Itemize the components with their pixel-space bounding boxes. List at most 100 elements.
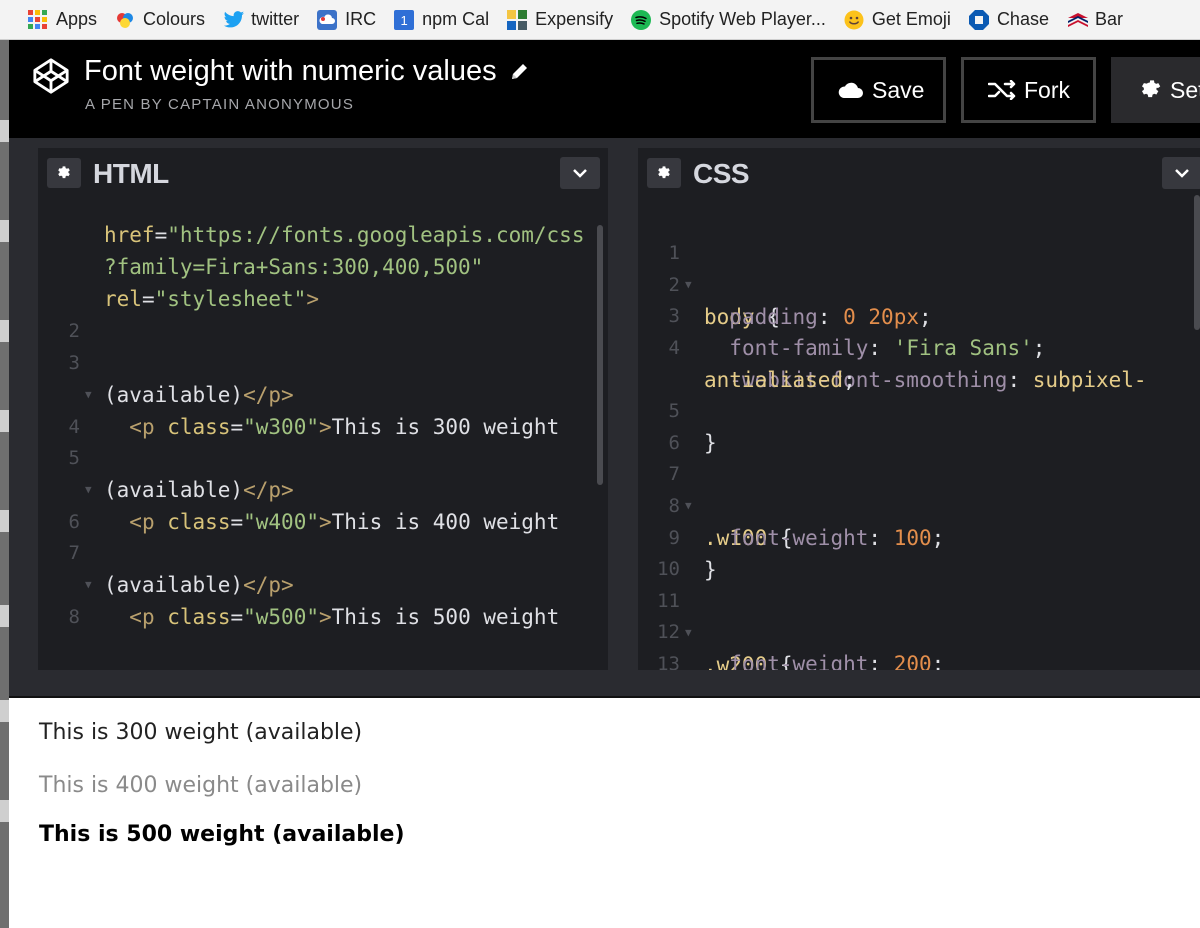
code-line: 2 padding: 0 20px; (638, 237, 932, 329)
gear-icon (658, 166, 670, 179)
pencil-edit-icon[interactable] (509, 62, 529, 82)
bookmark-label: Chase (996, 9, 1049, 29)
code-line: 9 } (638, 490, 717, 582)
css-editor-pane: CSS 1 ▼ body { 2 padding: 0 20px; 3 font… (638, 148, 1200, 670)
bookmark-label: IRC (345, 9, 377, 29)
css-scrollbar[interactable] (1194, 195, 1200, 330)
twitter-bird-icon (223, 10, 245, 30)
code-line: 14 (638, 648, 714, 670)
code-line: antialiased; (704, 368, 856, 392)
strip-tick (0, 605, 9, 627)
bookmark-chase[interactable]: Chase (968, 9, 1049, 30)
code-line: 13 } (638, 616, 714, 670)
bookmark-label: Expensify (535, 9, 614, 29)
code-line: 8 (38, 569, 114, 628)
bookmark-label: Get Emoji (871, 9, 951, 29)
bookmark-apps[interactable]: Apps (28, 9, 97, 30)
settings-label: Set (1170, 76, 1200, 103)
bookmark-bank[interactable]: Bar (1067, 9, 1123, 30)
strip-tick (0, 410, 9, 432)
code-line: 3 font-family: 'Fira Sans'; (638, 268, 1046, 360)
code-line: (available)</p> (104, 478, 294, 502)
bookmarks-bar: Apps Colours twitter IRC 1 npm Cal Expen… (0, 0, 1200, 40)
bookmark-spotify[interactable]: Spotify Web Player... (631, 9, 826, 30)
html-pane-header: HTML (38, 148, 608, 198)
bookmark-expensify[interactable]: Expensify (507, 9, 613, 30)
strip-tick (0, 320, 9, 342)
strip-tick (0, 220, 9, 242)
editor-pane-resizer[interactable] (608, 148, 638, 670)
html-settings-button[interactable] (47, 158, 81, 188)
settings-button[interactable]: Set (1111, 57, 1200, 123)
bookmark-label: Spotify Web Player... (659, 9, 826, 29)
fork-label: Fork (1024, 76, 1070, 103)
save-label: Save (872, 76, 925, 103)
code-line: 11 ▼ .w200 { (638, 553, 792, 670)
editor-preview-resizer[interactable] (9, 670, 1200, 698)
code-line: 2 (38, 283, 114, 342)
codepen-logo-icon[interactable] (32, 57, 70, 95)
line-number: 8 (68, 606, 80, 628)
strip-tick (0, 700, 9, 722)
code-line: (available)</p> (104, 383, 294, 407)
gear-icon (1141, 80, 1161, 98)
pen-header: Font weight with numeric values A PEN BY… (9, 40, 1200, 138)
result-preview: This is 300 weight (available) This is 4… (9, 698, 1200, 928)
css-pane-header: CSS (638, 148, 1200, 198)
chase-octagon-icon (968, 9, 989, 30)
preview-paragraph-300: This is 300 weight (available) (39, 720, 363, 745)
bookmark-label: Bar (1094, 9, 1123, 29)
code-line: 7 ▼ <p class="w500">This is 500 weight (38, 505, 560, 629)
html-scrollbar[interactable] (597, 225, 603, 485)
strip-tick (0, 120, 9, 142)
bookmark-colours[interactable]: Colours (115, 9, 205, 30)
editor-left-gutter (9, 148, 38, 670)
colours-icon (115, 10, 135, 30)
expensify-icon (507, 9, 528, 30)
code-line: rel="stylesheet"> (104, 287, 319, 311)
calendar-icon: 1 (394, 9, 415, 30)
save-button[interactable]: Save (811, 57, 946, 123)
html-editor-pane: HTML href="https://fonts.googleapis.com/… (38, 148, 608, 670)
code-line: ?family=Fira+Sans:300,400,500" (104, 255, 484, 279)
bookmark-irc[interactable]: IRC (317, 9, 376, 30)
css-pane-title: CSS (693, 158, 750, 189)
code-line: 6 (38, 474, 114, 533)
bank-flag-icon (1067, 10, 1088, 30)
code-line: 4 -webkit-font-smoothing: subpixel- (638, 300, 1147, 392)
chevron-down-icon (1175, 169, 1189, 178)
bookmark-label: Colours (143, 9, 206, 29)
fork-button[interactable]: Fork (961, 57, 1096, 123)
html-pane-menu-button[interactable] (560, 157, 600, 189)
header-divider (9, 138, 1200, 148)
gear-icon (58, 166, 70, 179)
code-line: (available)</p> (104, 573, 294, 597)
strip-tick (0, 510, 9, 532)
chevron-down-icon (573, 169, 587, 178)
code-line: 4 (38, 379, 114, 438)
bookmark-label: npm Cal (422, 9, 490, 29)
code-line: 5 ▼ <p class="w400">This is 400 weight (38, 410, 560, 534)
html-pane-title: HTML (93, 158, 169, 189)
pen-author: A PEN BY CAPTAIN ANONYMOUS (85, 96, 355, 113)
code-line: 1 ▼ body { (638, 205, 780, 329)
cloud-icon (838, 82, 863, 98)
code-line: 10 (638, 521, 714, 580)
strip-tick (0, 800, 9, 822)
bookmark-twitter[interactable]: twitter (223, 9, 299, 30)
preview-paragraph-500: This is 500 weight (available) (39, 822, 405, 847)
spotify-icon (631, 9, 652, 30)
code-line: 8 font-weight: 100; (638, 458, 945, 550)
css-pane-menu-button[interactable] (1162, 157, 1200, 189)
preview-paragraph-400: This is 400 weight (available) (39, 773, 363, 798)
bookmark-npm-cal[interactable]: 1 npm Cal (394, 9, 489, 30)
apps-grid-icon (28, 9, 48, 30)
code-line: 5 } (638, 363, 717, 455)
pen-title[interactable]: Font weight with numeric values (84, 55, 497, 88)
code-line: 7 ▼ .w100 { (638, 426, 793, 550)
bookmark-get-emoji[interactable]: Get Emoji (844, 9, 951, 30)
code-line: 12 font-weight: 200; (638, 584, 944, 670)
css-settings-button[interactable] (647, 158, 681, 188)
code-line: 6 (638, 395, 714, 454)
code-line: 3 ▼ <p class="w300">This is 300 weight (38, 315, 560, 439)
